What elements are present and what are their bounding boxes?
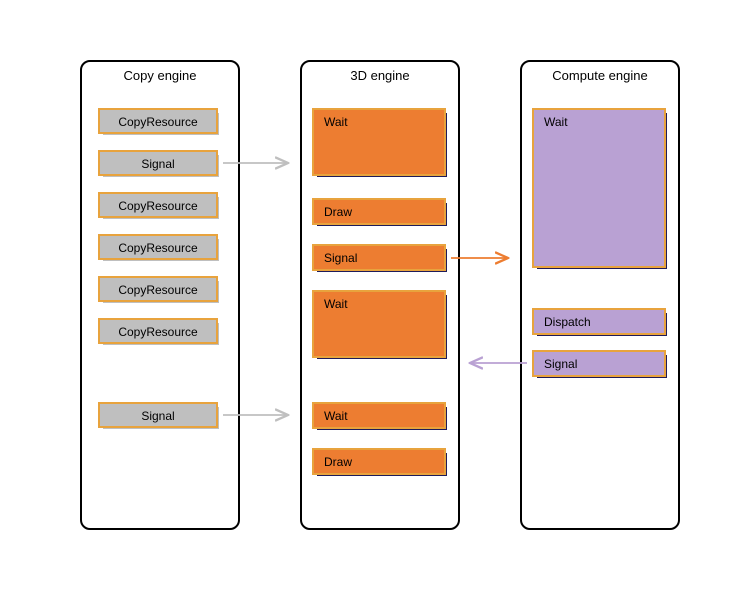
d3-op-1: Draw [312, 198, 446, 225]
copy-op-label: Signal [141, 409, 174, 423]
engine-3d-title: 3D engine [302, 62, 458, 85]
copy-op-label: CopyResource [118, 241, 197, 255]
d3-op-3: Wait [312, 290, 446, 358]
copy-op-1: Signal [98, 150, 218, 176]
compute-op-0: Wait [532, 108, 666, 268]
copy-op-0: CopyResource [98, 108, 218, 134]
copy-op-3: CopyResource [98, 234, 218, 260]
compute-op-label: Dispatch [544, 315, 591, 329]
compute-op-label: Signal [544, 357, 577, 371]
d3-op-label: Draw [324, 205, 352, 219]
engine-copy-title: Copy engine [82, 62, 238, 85]
d3-op-label: Wait [324, 297, 348, 311]
compute-op-label: Wait [544, 115, 568, 129]
d3-op-label: Wait [324, 409, 348, 423]
d3-op-0: Wait [312, 108, 446, 176]
copy-op-label: CopyResource [118, 199, 197, 213]
copy-op-label: CopyResource [118, 115, 197, 129]
engine-compute-title: Compute engine [522, 62, 678, 85]
copy-op-2: CopyResource [98, 192, 218, 218]
d3-op-4: Wait [312, 402, 446, 429]
diagram-canvas: Copy engine 3D engine Compute engine Cop… [0, 0, 753, 603]
copy-op-4: CopyResource [98, 276, 218, 302]
d3-op-5: Draw [312, 448, 446, 475]
copy-op-6: Signal [98, 402, 218, 428]
d3-op-label: Signal [324, 251, 357, 265]
copy-op-label: CopyResource [118, 283, 197, 297]
d3-op-2: Signal [312, 244, 446, 271]
copy-op-label: CopyResource [118, 325, 197, 339]
compute-op-1: Dispatch [532, 308, 666, 335]
compute-op-2: Signal [532, 350, 666, 377]
d3-op-label: Wait [324, 115, 348, 129]
copy-op-label: Signal [141, 157, 174, 171]
copy-op-5: CopyResource [98, 318, 218, 344]
d3-op-label: Draw [324, 455, 352, 469]
